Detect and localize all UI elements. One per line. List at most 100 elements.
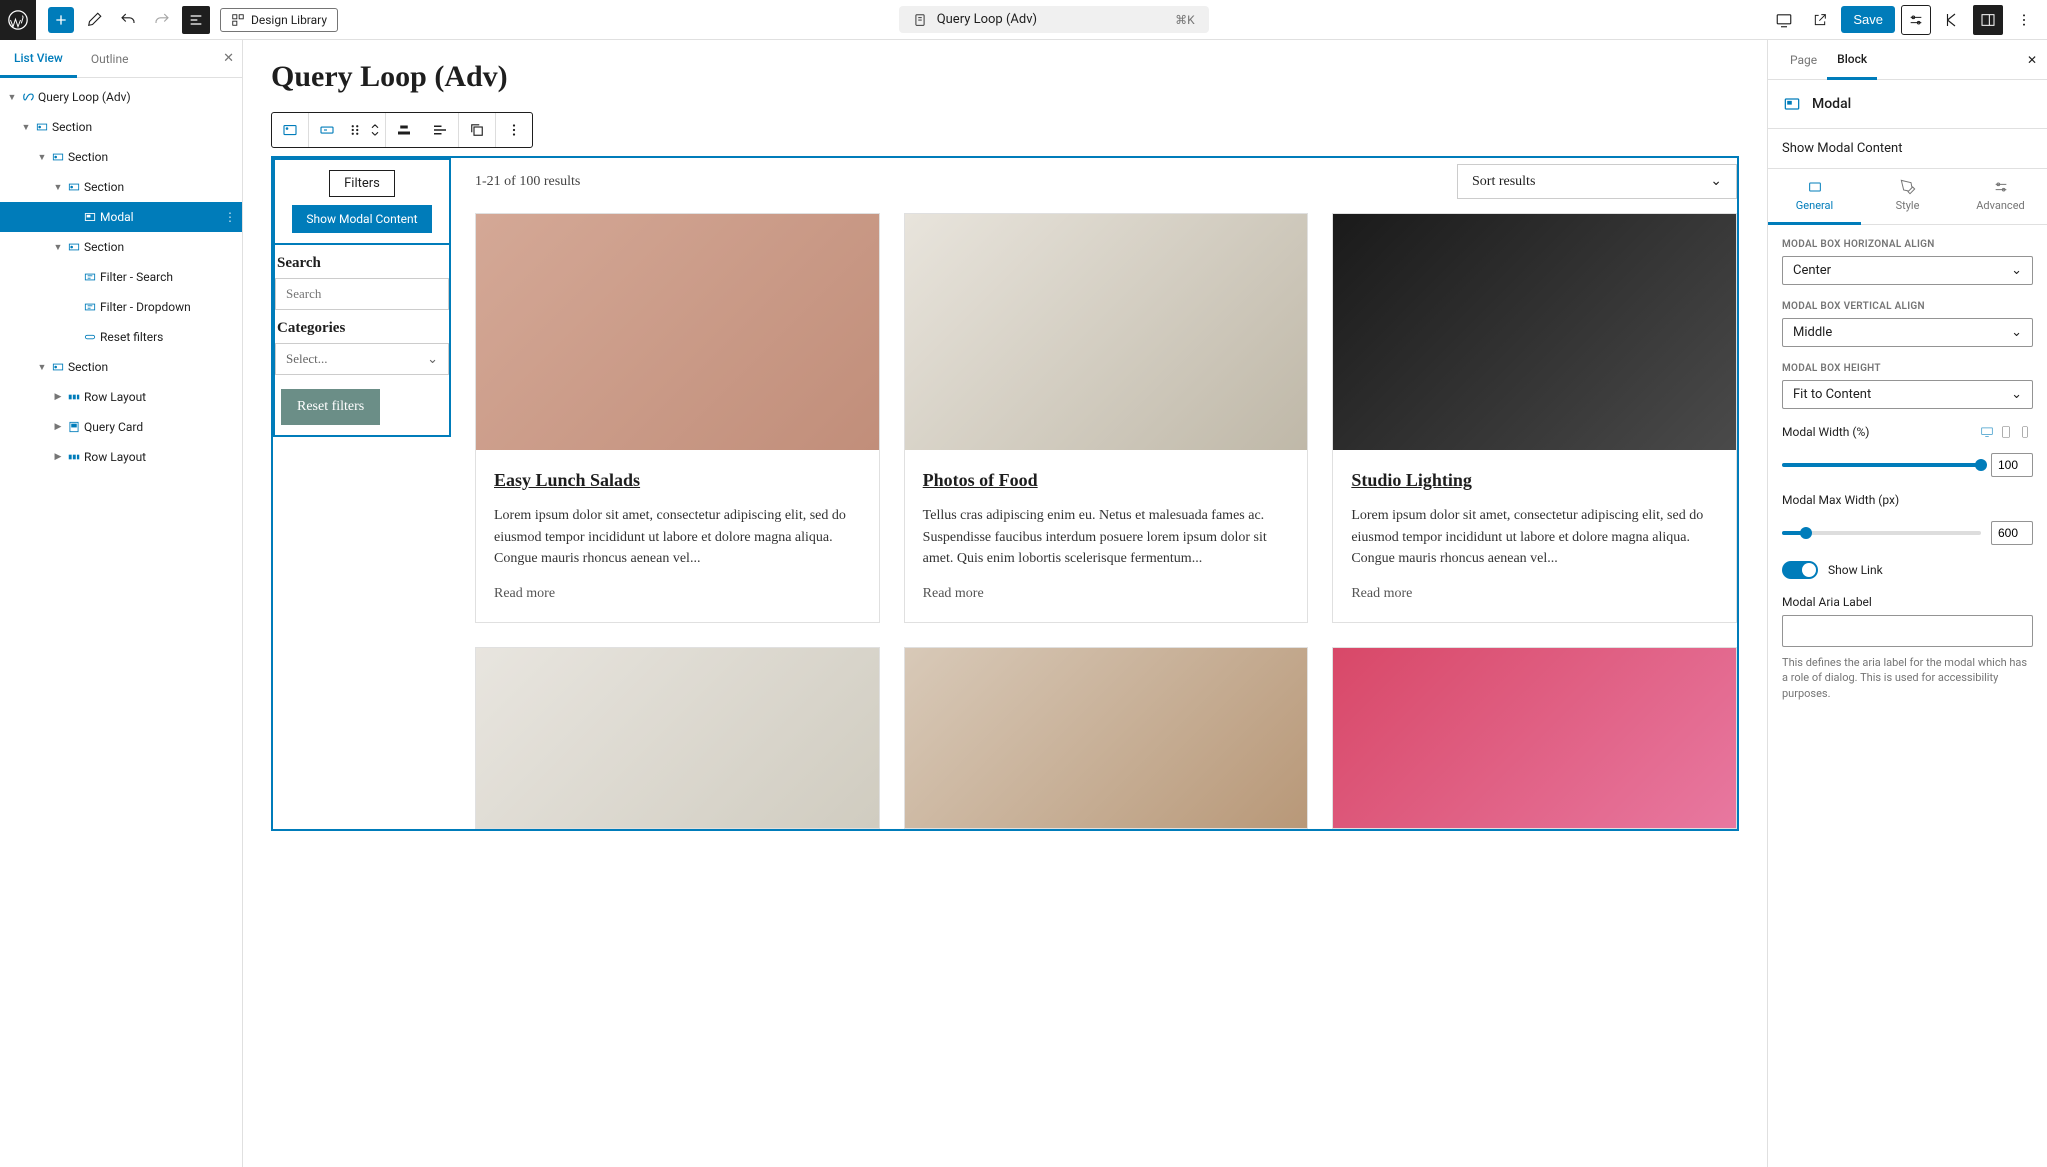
tree-caret-icon[interactable]: ▼ [36,361,48,373]
show-modal-action[interactable]: Show Modal Content [1768,129,2047,169]
max-width-slider[interactable] [1782,531,1981,535]
drag-handle-icon[interactable] [345,113,365,147]
page-selector[interactable]: Query Loop (Adv) ⌘K [899,6,1209,33]
align-center-icon[interactable] [386,113,422,147]
align-left-icon[interactable] [422,113,458,147]
max-width-input[interactable] [1991,521,2033,545]
tree-item-label: Section [68,360,108,374]
add-block-button[interactable] [48,7,74,33]
tree-item-modal[interactable]: Modal⋮ [0,202,242,232]
list-view-icon[interactable] [182,6,210,34]
card-title[interactable]: Studio Lighting [1351,470,1718,491]
tree-caret-icon[interactable]: ▼ [52,181,64,193]
options-icon[interactable] [2009,5,2039,35]
reset-filters-button[interactable]: Reset filters [281,389,380,425]
editor-canvas: Query Loop (Adv) [243,40,1767,1167]
tree-item-section[interactable]: ▼Section [0,232,242,262]
tree-item-filter-search[interactable]: Filter - Search [0,262,242,292]
show-link-label: Show Link [1828,563,1883,577]
tree-item-options-icon[interactable]: ⋮ [224,210,236,224]
tree-caret-icon[interactable]: ▼ [36,151,48,163]
chevron-down-icon: ⌄ [2011,263,2022,278]
redo-icon[interactable] [148,6,176,34]
filters-trigger-button[interactable]: Filters [329,170,395,197]
desktop-preview-icon[interactable] [1769,5,1799,35]
subtab-style[interactable]: Style [1861,169,1954,224]
save-button[interactable]: Save [1841,6,1895,33]
width-slider[interactable] [1782,463,1981,467]
show-modal-content-button[interactable]: Show Modal Content [292,205,431,233]
sort-select[interactable]: Sort results ⌄ [1457,164,1737,199]
tree-caret-icon[interactable]: ▼ [6,91,18,103]
tree-block-icon [80,299,100,315]
tree-item-section[interactable]: ▼ Section [0,112,242,142]
parent-block-icon[interactable] [309,113,345,147]
tree-item-section[interactable]: ▼Section [0,142,242,172]
move-up-down-icon[interactable] [365,113,385,147]
tree-item-label: Section [52,120,92,134]
tree-item-reset-filters[interactable]: Reset filters [0,322,242,352]
modal-block-icon [1782,94,1802,114]
card-title[interactable]: Easy Lunch Salads [494,470,861,491]
query-card[interactable] [1332,647,1737,829]
tree-item-row-layout[interactable]: ▶Row Layout [0,442,242,472]
query-card[interactable] [904,647,1309,829]
wordpress-logo[interactable] [0,0,36,40]
tree-caret-icon[interactable]: ▶ [52,451,64,463]
show-link-toggle[interactable] [1782,561,1818,579]
duplicate-icon[interactable] [459,113,495,147]
query-card[interactable]: Studio LightingLorem ipsum dolor sit ame… [1332,213,1737,623]
tree-item-row-layout[interactable]: ▶Row Layout [0,382,242,412]
query-loop-block[interactable]: Filters Show Modal Content Search Catego… [271,156,1739,831]
device-desktop-icon[interactable] [1979,425,1995,439]
tree-item-label: Filter - Search [100,270,173,284]
design-library-button[interactable]: Design Library [220,8,338,32]
close-inspector-icon[interactable]: ✕ [2027,53,2037,67]
tree-caret-icon[interactable]: ▼ [20,121,32,133]
tree-item-query-card[interactable]: ▶Query Card [0,412,242,442]
categories-select[interactable]: Select... ⌄ [275,343,449,375]
read-more-link[interactable]: Read more [923,586,1290,602]
right-panel: Page Block ✕ Modal Show Modal Content Ge… [1767,40,2047,1167]
shortcut-hint: ⌘K [1175,13,1195,27]
tree-caret-icon[interactable]: ▶ [52,421,64,433]
subtab-general[interactable]: General [1768,169,1861,225]
tab-outline[interactable]: Outline [77,40,143,77]
height-select[interactable]: Fit to Content⌄ [1782,380,2033,409]
tools-icon[interactable] [80,6,108,34]
tab-page[interactable]: Page [1780,40,1827,79]
block-type-icon[interactable] [272,113,308,147]
card-title[interactable]: Photos of Food [923,470,1290,491]
device-mobile-icon[interactable] [2017,425,2033,439]
settings-preset-icon[interactable] [1901,5,1931,35]
query-card[interactable]: Easy Lunch SaladsLorem ipsum dolor sit a… [475,213,880,623]
tree-caret-icon[interactable]: ▶ [52,391,64,403]
tab-block[interactable]: Block [1827,41,1877,80]
v-align-select[interactable]: Middle⌄ [1782,318,2033,347]
undo-icon[interactable] [114,6,142,34]
width-input[interactable] [1991,453,2033,477]
modal-block-selected[interactable]: Filters Show Modal Content [273,158,451,245]
tree-item-filter-dropdown[interactable]: Filter - Dropdown [0,292,242,322]
tree-item-query-loop-adv-[interactable]: ▼Query Loop (Adv) [0,82,242,112]
settings-sidebar-icon[interactable] [1973,5,2003,35]
tree-item-section[interactable]: ▼ Section [0,352,242,382]
subtab-advanced[interactable]: Advanced [1954,169,2047,224]
results-count: 1-21 of 100 results [475,174,580,190]
kadence-icon[interactable] [1937,5,1967,35]
device-tablet-icon[interactable] [1998,425,2014,439]
h-align-select[interactable]: Center⌄ [1782,256,2033,285]
tree-item-section[interactable]: ▼Section [0,172,242,202]
read-more-link[interactable]: Read more [494,586,861,602]
read-more-link[interactable]: Read more [1351,586,1718,602]
search-input[interactable] [275,278,449,310]
tree-caret-icon[interactable]: ▼ [52,241,64,253]
close-left-panel-icon[interactable]: ✕ [223,51,234,66]
more-options-icon[interactable] [496,113,532,147]
query-card[interactable] [475,647,880,829]
v-align-label: MODAL BOX VERTICAL ALIGN [1782,301,2033,312]
tab-list-view[interactable]: List View [0,41,77,78]
query-card[interactable]: Photos of FoodTellus cras adipiscing eni… [904,213,1309,623]
aria-label-input[interactable] [1782,615,2033,647]
external-preview-icon[interactable] [1805,5,1835,35]
